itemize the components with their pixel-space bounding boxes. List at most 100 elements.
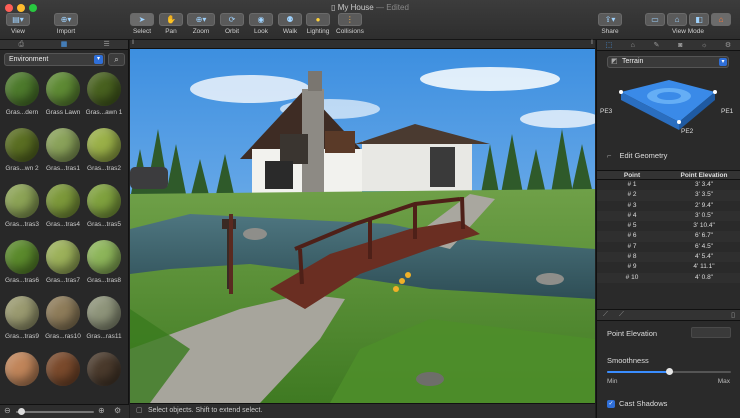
plan-view-icon[interactable]: ▭: [645, 13, 665, 26]
column-header-elevation: Point Elevation: [680, 172, 728, 179]
elevation-cell: 2' 9.4": [694, 201, 713, 209]
flowers: [399, 278, 405, 284]
material-label: Gras...tras1: [46, 165, 80, 172]
material-item[interactable]: [43, 352, 83, 389]
slider-knob[interactable]: [18, 408, 25, 415]
point-cell: # 8: [627, 253, 637, 261]
elevation-cell: 3' 10.4": [693, 222, 715, 230]
object-tab-icon[interactable]: ⬚: [597, 40, 621, 50]
point-cell: # 6: [627, 232, 637, 240]
material-item[interactable]: Gras...ras10: [43, 296, 83, 340]
material-item[interactable]: Gras...tras7: [43, 240, 83, 284]
material-swatch: [46, 72, 80, 106]
search-icon[interactable]: ⌕: [108, 53, 125, 66]
point-cell: # 9: [627, 263, 637, 271]
edit-geometry-button[interactable]: ⌐ Edit Geometry: [607, 151, 667, 160]
3d-view-icon[interactable]: ⌂: [711, 13, 731, 26]
table-row[interactable]: # 10 4' 0.8": [597, 272, 740, 283]
table-row[interactable]: # 6 6' 6.7": [597, 231, 740, 242]
elevation-view-icon[interactable]: ◧: [689, 13, 709, 26]
table-row[interactable]: # 7 6' 4.5": [597, 242, 740, 252]
material-item[interactable]: [2, 352, 42, 389]
trash-icon[interactable]: ▯: [731, 311, 735, 319]
smoothness-label: Smoothness: [607, 356, 649, 365]
lighting-tool-button[interactable]: ● Lighting: [306, 13, 330, 35]
material-item[interactable]: Gras...tras1: [43, 128, 83, 172]
table-header: Point Point Elevation: [597, 170, 740, 180]
material-swatch: [5, 72, 39, 106]
camera-tab-icon[interactable]: ◙: [668, 40, 692, 50]
material-item[interactable]: Gras...awn 1: [84, 72, 124, 116]
walk-tool-button[interactable]: ⚉ Walk: [278, 13, 302, 35]
material-item[interactable]: [84, 352, 124, 389]
table-row[interactable]: # 5 3' 10.4": [597, 221, 740, 231]
pe3-handle[interactable]: [619, 90, 623, 94]
material-swatch: [5, 296, 39, 330]
import-button[interactable]: ⊕▾ Import: [54, 13, 78, 35]
orbit-tool-button[interactable]: ⟳ Orbit: [220, 13, 244, 35]
material-item[interactable]: Gras...tras2: [84, 128, 124, 172]
material-item[interactable]: Gras...tras3: [2, 184, 42, 228]
settings-tab-icon[interactable]: ⚙: [716, 40, 740, 50]
material-item[interactable]: Gras...wn 2: [2, 128, 42, 172]
smoothness-min-label: Min: [607, 378, 618, 385]
list-tab-icon[interactable]: ☰: [85, 40, 128, 49]
view-button[interactable]: ▤▾ View: [6, 13, 30, 35]
pe2-handle[interactable]: [677, 120, 681, 124]
pe1-handle[interactable]: [713, 90, 717, 94]
pan-tool-button[interactable]: ✋ Pan: [159, 13, 183, 35]
view-mode-group: ▭ ⌂ ◧ ⌂ View Mode: [645, 13, 731, 35]
building-tab-icon[interactable]: ⌂: [621, 40, 645, 50]
material-swatch: [46, 128, 80, 162]
point-elevation-field[interactable]: [691, 327, 731, 338]
category-dropdown[interactable]: Environment ▾: [4, 53, 105, 66]
zoom-tool-button[interactable]: ⊕▾ Zoom: [187, 13, 215, 35]
tool-icon[interactable]: ⟋: [603, 311, 608, 319]
3d-viewport[interactable]: [130, 49, 595, 403]
material-label: Gras...tras3: [5, 221, 39, 228]
share-icon: ⇪▾: [598, 13, 622, 26]
table-row[interactable]: # 2 3' 3.5": [597, 190, 740, 201]
edited-status: Edited: [386, 3, 409, 12]
table-row[interactable]: # 9 4' 11.1": [597, 262, 740, 272]
object-type-dropdown[interactable]: ◩ Terrain ▾: [607, 56, 729, 68]
library-tab-icon[interactable]: ▦: [43, 40, 86, 49]
hand-icon: ✋: [159, 13, 183, 26]
elevation-cell: 4' 0.8": [694, 273, 713, 281]
resize-handle-icon[interactable]: ‖: [132, 40, 134, 46]
materials-tab-icon[interactable]: ✎: [645, 40, 669, 50]
rock: [243, 228, 267, 240]
material-item[interactable]: Grass Lawn: [43, 72, 83, 116]
gear-icon[interactable]: ⚙: [114, 406, 121, 415]
material-item[interactable]: Gras...ras11: [84, 296, 124, 340]
table-row[interactable]: # 4 3' 0.5": [597, 210, 740, 222]
material-item[interactable]: Gras...dern: [2, 72, 42, 116]
zoom-in-icon[interactable]: ⊕: [98, 406, 105, 415]
look-tool-button[interactable]: ◉ Look: [249, 13, 273, 35]
split-view-icon[interactable]: ⌂: [667, 13, 687, 26]
cast-shadows-checkbox[interactable]: ✓ Cast Shadows: [607, 399, 667, 408]
material-item[interactable]: Gras...tras4: [43, 184, 83, 228]
collisions-tool-button[interactable]: ⋮ Collisions: [336, 13, 364, 35]
table-row[interactable]: # 3 2' 9.4": [597, 201, 740, 211]
material-item[interactable]: Gras...tras8: [84, 240, 124, 284]
print-icon[interactable]: ⎙: [0, 40, 43, 49]
sun-tab-icon[interactable]: ☼: [692, 40, 716, 50]
material-item[interactable]: Gras...tras6: [2, 240, 42, 284]
select-tool-button[interactable]: ➤ Select: [130, 13, 154, 35]
material-label: Gras...tras2: [87, 165, 121, 172]
help-icon[interactable]: ▢: [136, 404, 143, 418]
zoom-out-icon[interactable]: ⊖: [4, 406, 11, 415]
share-button[interactable]: ⇪▾ Share: [598, 13, 622, 35]
resize-handle-icon[interactable]: ‖: [591, 40, 593, 46]
tool-icon[interactable]: ⟋: [619, 311, 624, 319]
thumbnail-size-slider[interactable]: [16, 411, 94, 413]
material-item[interactable]: Gras...tras9: [2, 296, 42, 340]
table-row[interactable]: # 1 3' 3.4": [597, 180, 740, 190]
elevation-cell: 6' 6.7": [694, 232, 713, 240]
material-item[interactable]: Gras...tras5: [84, 184, 124, 228]
cloud: [190, 75, 310, 103]
table-row[interactable]: # 8 4' 5.4": [597, 252, 740, 263]
library-footer: ⊖ ⊕ ⚙: [0, 404, 129, 418]
smoothness-slider-knob[interactable]: [665, 368, 673, 375]
